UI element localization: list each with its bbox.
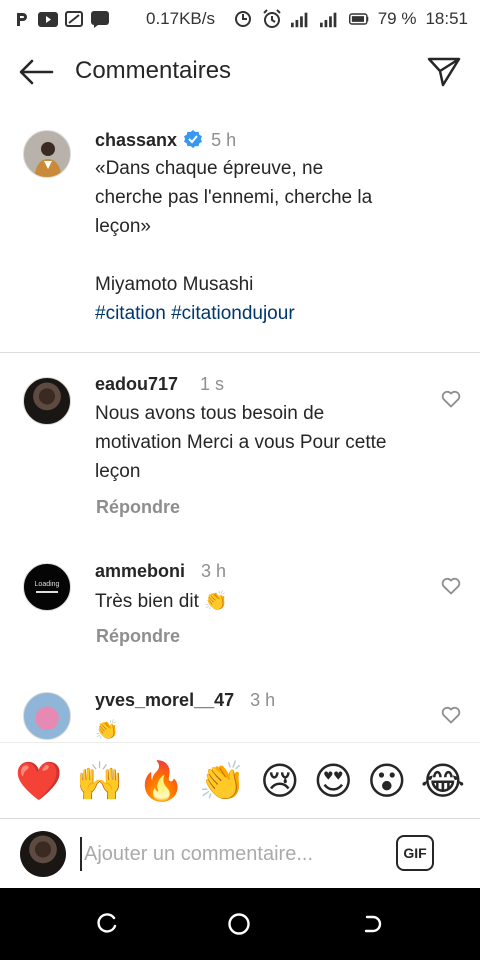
clock: 18:51 xyxy=(425,9,468,28)
comment-composer: GIF xyxy=(0,818,480,888)
avatar[interactable] xyxy=(23,692,71,740)
battery-icon xyxy=(348,11,369,28)
comment-line: motivation Merci a vous Pour cette xyxy=(95,432,387,453)
emoji-fire[interactable]: 🔥 xyxy=(137,762,184,800)
gif-button[interactable]: GIF xyxy=(396,835,434,871)
comment-input[interactable] xyxy=(80,837,380,871)
comment-line: leçon xyxy=(95,461,141,482)
network-speed: 0.17KB/s xyxy=(146,9,215,28)
signal-2-icon xyxy=(319,11,340,28)
username[interactable]: eadou717 xyxy=(95,374,178,394)
system-nav-bar xyxy=(0,888,480,960)
cast-icon xyxy=(64,11,84,28)
avatar xyxy=(20,831,66,877)
p-app-icon xyxy=(12,11,32,28)
page-title: Commentaires xyxy=(75,57,232,84)
emoji-heart-eyes[interactable]: 😍 xyxy=(314,762,354,800)
comment-item: yves_morel__47 3 h 👏 xyxy=(0,680,480,742)
hashtag-link[interactable]: #citation xyxy=(95,303,166,324)
emoji-surprised[interactable]: 😮 xyxy=(367,762,407,800)
caption-line: «Dans chaque épreuve, ne xyxy=(95,158,324,179)
caption-author: Miyamoto Musashi xyxy=(95,274,254,295)
username[interactable]: ammeboni xyxy=(95,561,185,581)
comment-text: Très bien dit 👏 xyxy=(95,591,228,612)
emoji-quick-bar: ❤️ 🙌 🔥 👏 😢 😍 😮 😂 xyxy=(0,742,480,818)
like-button[interactable] xyxy=(438,573,464,599)
battery-percent: 79 % xyxy=(377,9,417,28)
loading-bar xyxy=(36,591,58,593)
avatar-label: Loading xyxy=(34,581,60,588)
caption-line: leçon» xyxy=(95,216,151,237)
verified-badge-icon xyxy=(184,130,203,148)
timestamp: 1 s xyxy=(200,374,225,394)
share-button[interactable] xyxy=(424,54,464,90)
chat-icon xyxy=(90,10,110,28)
timestamp: 5 h xyxy=(211,130,237,150)
avatar[interactable] xyxy=(23,130,71,178)
comment-line: Nous avons tous besoin de xyxy=(95,403,325,424)
paper-plane-icon xyxy=(427,57,461,87)
timestamp: 3 h xyxy=(250,690,276,710)
divider xyxy=(0,352,480,353)
home-circle-icon xyxy=(228,913,250,935)
recents-icon xyxy=(97,913,117,933)
username[interactable]: chassanx xyxy=(95,130,177,150)
alarm-icon xyxy=(262,9,282,28)
heart-outline-icon xyxy=(441,390,461,408)
emoji-raising-hands[interactable]: 🙌 xyxy=(76,762,123,800)
arrow-left-icon xyxy=(19,59,54,85)
header: Commentaires xyxy=(0,44,480,100)
youtube-icon xyxy=(38,11,58,28)
status-bar: 0.17KB/s 79 % 18:51 xyxy=(0,0,480,38)
back-nav-icon xyxy=(364,915,382,933)
home-button[interactable] xyxy=(223,908,255,940)
hashtag-link[interactable]: #citationdujour xyxy=(171,303,295,324)
caption-text: «Dans chaque épreuve, ne cherche pas l'e… xyxy=(95,154,455,328)
emoji-crying[interactable]: 😢 xyxy=(260,762,300,800)
reply-button[interactable]: Répondre xyxy=(96,497,180,518)
avatar[interactable] xyxy=(23,377,71,425)
heart-outline-icon xyxy=(441,577,461,595)
like-button[interactable] xyxy=(438,386,464,412)
reply-button[interactable]: Répondre xyxy=(96,626,180,647)
like-button[interactable] xyxy=(438,702,464,728)
avatar[interactable]: Loading xyxy=(23,563,71,611)
data-saver-icon xyxy=(233,11,253,28)
signal-icon xyxy=(290,11,311,28)
timestamp: 3 h xyxy=(201,561,227,581)
emoji-clapping[interactable]: 👏 xyxy=(199,762,246,800)
emoji-laughing[interactable]: 😂 xyxy=(421,762,465,800)
comment-text: Nous avons tous besoin de motivation Mer… xyxy=(95,399,435,486)
emoji-heart[interactable]: ❤️ xyxy=(15,762,62,800)
recents-button[interactable] xyxy=(91,908,123,940)
heart-outline-icon xyxy=(441,706,461,724)
back-nav-button[interactable] xyxy=(357,908,389,940)
username[interactable]: yves_morel__47 xyxy=(95,690,234,710)
caption-line: cherche pas l'ennemi, cherche la xyxy=(95,187,373,208)
back-button[interactable] xyxy=(16,56,56,88)
comment-text: 👏 xyxy=(95,720,119,741)
notification-icons xyxy=(12,10,110,28)
